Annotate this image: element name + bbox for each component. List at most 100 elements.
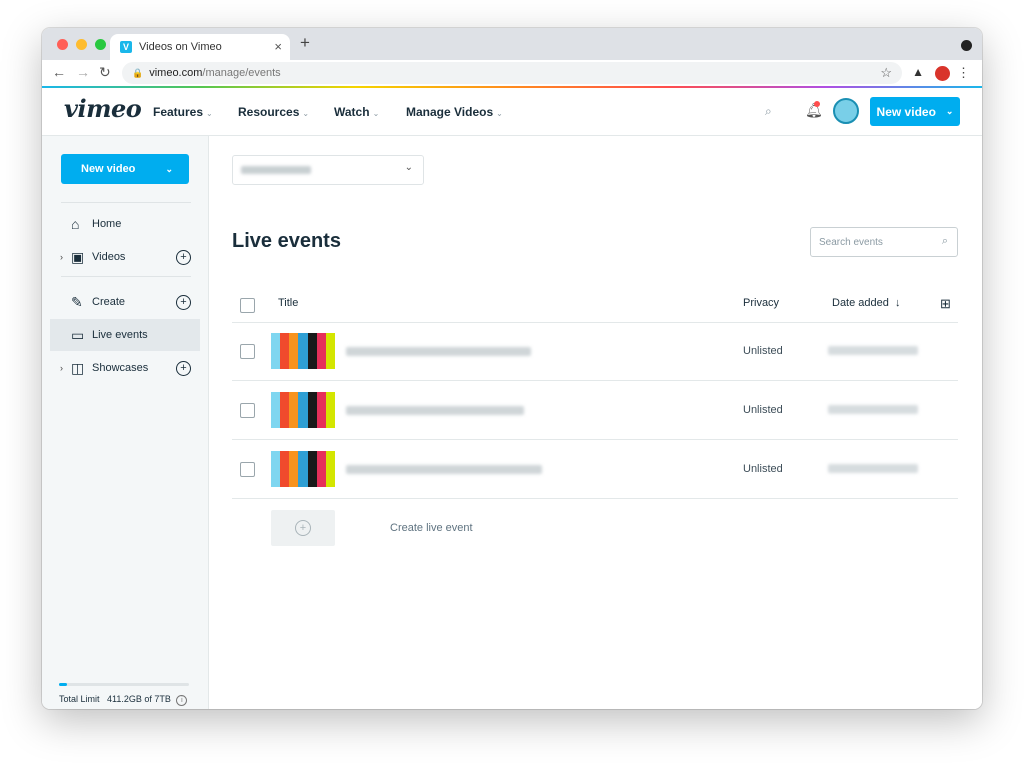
url-host: vimeo.com — [149, 67, 203, 79]
browser-tab[interactable]: V Videos on Vimeo × — [110, 34, 290, 60]
thumbnail-color-bar — [325, 451, 335, 487]
search-icon[interactable]: ⌕ — [765, 104, 772, 119]
showcase-icon: ◫ — [71, 359, 85, 376]
zoom-window-button[interactable] — [95, 39, 106, 50]
close-tab-icon[interactable]: × — [274, 39, 282, 54]
sidebar-item-showcases[interactable]: › ◫ Showcases + — [50, 352, 200, 384]
thumbnail-color-bar — [289, 392, 299, 428]
chevron-down-icon: ⌄ — [206, 109, 213, 118]
header-new-video-button[interactable]: New video ⌄ — [870, 97, 960, 126]
close-window-button[interactable] — [57, 39, 68, 50]
date-redacted — [828, 464, 918, 473]
sort-arrow-icon[interactable]: ↓ — [895, 297, 901, 309]
thumbnail-color-bar — [325, 333, 335, 369]
forward-icon[interactable]: → — [76, 64, 90, 80]
reload-icon[interactable]: ↻ — [99, 64, 111, 81]
labs-flask-icon[interactable]: ▲ — [912, 65, 924, 79]
row-checkbox[interactable] — [240, 462, 255, 477]
sidebar-item-create[interactable]: ✎ Create + — [50, 286, 200, 318]
sidebar-divider — [61, 276, 191, 277]
minimize-window-button[interactable] — [76, 39, 87, 50]
sidebar-new-video-button[interactable]: New video ⌄ — [61, 154, 189, 184]
profile-icon[interactable] — [961, 40, 972, 51]
storage-label: Total Limit — [59, 694, 100, 704]
nav-features-label: Features — [153, 105, 204, 119]
event-title-redacted[interactable] — [346, 406, 524, 415]
thumbnail-color-bar — [271, 392, 281, 428]
sidebar-item-live-events[interactable]: ▭ Live events — [50, 319, 200, 351]
address-bar[interactable]: 🔒 vimeo.com/manage/events ☆ — [122, 62, 902, 84]
vimeo-logo[interactable]: vimeo — [64, 94, 142, 123]
chevron-down-icon: ⌄ — [302, 109, 310, 118]
header-new-video-label: New video — [876, 104, 936, 119]
thumbnail-color-bar — [280, 451, 290, 487]
thumbnail-color-bar — [298, 392, 308, 428]
team-selector[interactable]: ⌄ — [232, 155, 424, 185]
add-video-icon[interactable]: + — [176, 249, 191, 265]
chevron-down-icon: ⌄ — [372, 109, 380, 118]
search-events-input[interactable]: Search events ⌕ — [810, 227, 958, 257]
column-privacy[interactable]: Privacy — [743, 297, 779, 309]
expand-caret-icon[interactable]: › — [60, 252, 63, 262]
notification-badge — [814, 101, 820, 107]
back-icon[interactable]: ← — [52, 64, 66, 80]
team-name-redacted — [241, 166, 311, 174]
column-date-added-label: Date added — [832, 297, 889, 309]
sidebar-new-video-label: New video — [81, 163, 136, 175]
bookmark-star-icon[interactable]: ☆ — [880, 65, 892, 81]
new-tab-button[interactable]: + — [300, 33, 310, 53]
thumbnail-color-bar — [316, 392, 326, 428]
event-title-redacted[interactable] — [346, 465, 542, 474]
sidebar-item-home[interactable]: ⌂ Home — [50, 208, 200, 240]
avatar[interactable] — [833, 98, 859, 124]
nav-watch[interactable]: Watch ⌄ — [334, 105, 379, 119]
chevron-down-icon: ⌄ — [496, 109, 503, 118]
row-checkbox[interactable] — [240, 344, 255, 359]
thumbnail-color-bar — [316, 451, 326, 487]
table-row[interactable]: Unlisted — [232, 381, 958, 440]
thumbnail-color-bar — [271, 333, 281, 369]
privacy-value: Unlisted — [743, 345, 783, 357]
row-checkbox[interactable] — [240, 403, 255, 418]
thumbnail-color-bar — [298, 451, 308, 487]
thumbnail-color-bar — [316, 333, 326, 369]
create-live-event-link[interactable]: Create live event — [390, 522, 473, 534]
add-create-icon[interactable]: + — [176, 294, 191, 310]
sidebar-item-label: Showcases — [92, 362, 149, 374]
thumbnail-color-bar — [307, 333, 317, 369]
create-live-event-tile[interactable]: + — [271, 510, 335, 546]
browser-window: V Videos on Vimeo × + ← → ↻ 🔒 vimeo.com /… — [42, 28, 982, 709]
thumbnail-color-bar — [307, 451, 317, 487]
extension-icon[interactable] — [935, 66, 950, 81]
browser-menu-icon[interactable]: ⋮ — [957, 65, 970, 81]
sidebar: New video ⌄ ⌂ Home › ▣ Videos + ✎ Create… — [42, 136, 209, 709]
nav-features[interactable]: Features ⌄ — [153, 105, 213, 119]
camera-icon: ▭ — [71, 326, 85, 343]
video-thumbnail[interactable] — [271, 392, 335, 428]
add-showcase-icon[interactable]: + — [176, 360, 191, 376]
info-icon[interactable]: i — [176, 695, 188, 706]
table-row[interactable]: Unlisted — [232, 322, 958, 381]
event-title-redacted[interactable] — [346, 347, 531, 356]
video-thumbnail[interactable] — [271, 333, 335, 369]
nav-manage-videos[interactable]: Manage Videos ⌄ — [406, 105, 503, 119]
nav-resources[interactable]: Resources ⌄ — [238, 105, 309, 119]
date-redacted — [828, 405, 918, 414]
nav-resources-label: Resources — [238, 105, 300, 119]
sidebar-item-videos[interactable]: › ▣ Videos + — [50, 241, 200, 273]
search-placeholder: Search events — [819, 237, 883, 248]
column-date-added[interactable]: Date added ↓ — [832, 297, 901, 309]
browser-toolbar: ← → ↻ 🔒 vimeo.com/manage/events ☆ ▲ ⋮ — [42, 60, 982, 87]
video-thumbnail[interactable] — [271, 451, 335, 487]
expand-caret-icon[interactable]: › — [60, 363, 63, 373]
add-icon: + — [295, 520, 311, 536]
nav-watch-label: Watch — [334, 105, 370, 119]
select-all-checkbox[interactable] — [240, 298, 255, 313]
column-title[interactable]: Title — [278, 297, 298, 309]
main-content: ⌄ Live events Search events ⌕ Title Priv… — [209, 136, 982, 709]
home-icon: ⌂ — [71, 216, 80, 232]
table-row[interactable]: Unlisted — [232, 440, 958, 499]
chevron-down-icon: ⌄ — [165, 163, 173, 174]
thumbnail-color-bar — [298, 333, 308, 369]
grid-view-icon[interactable]: ⊞ — [940, 296, 951, 312]
